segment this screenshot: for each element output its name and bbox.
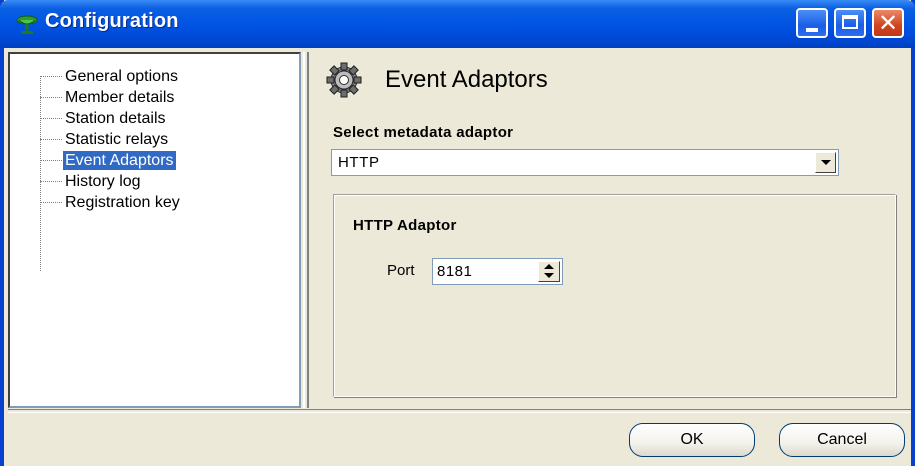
tree-item-statistic-relays[interactable]: Statistic relays [40, 129, 170, 150]
tree-branch [40, 202, 62, 203]
configuration-window: Configuration ✕ General options Member d… [0, 0, 915, 466]
ok-button[interactable]: OK [629, 423, 755, 457]
tree-item-history-log[interactable]: History log [40, 171, 143, 192]
tree-item-member-details[interactable]: Member details [40, 87, 176, 108]
port-label: Port [387, 262, 415, 279]
splitter-shadow [307, 52, 309, 408]
spin-up-icon[interactable] [544, 264, 554, 269]
cancel-button[interactable]: Cancel [779, 423, 905, 457]
tree-item-label: Station details [65, 110, 166, 127]
panel-header: Event Adaptors [314, 52, 909, 108]
port-spinbox[interactable]: 8181 [432, 258, 563, 285]
splitter-highlight [303, 52, 305, 408]
footer-separator [8, 409, 911, 413]
tree-item-station-details[interactable]: Station details [40, 108, 168, 129]
panel-title: Event Adaptors [385, 66, 548, 93]
panel-body: Select metadata adaptor HTTP HTTP Adapto… [314, 107, 909, 408]
maximize-button[interactable] [834, 8, 866, 38]
gear-icon [326, 62, 362, 98]
settings-tree[interactable]: General options Member details Station d… [8, 52, 301, 408]
maximize-icon [842, 15, 858, 29]
adaptor-select-value: HTTP [338, 154, 380, 171]
tree-item-general-options[interactable]: General options [40, 66, 180, 87]
tree-branch [40, 160, 62, 161]
tree-branch [40, 97, 62, 98]
spin-buttons[interactable] [538, 261, 560, 282]
tree-branch [40, 181, 62, 182]
http-adaptor-group: HTTP Adaptor Port 8181 [333, 194, 896, 397]
spin-down-icon[interactable] [544, 273, 554, 278]
pane-splitter[interactable] [301, 52, 311, 408]
minimize-button[interactable] [796, 8, 828, 38]
tree-item-label: Event Adaptors [63, 151, 176, 170]
close-icon: ✕ [877, 9, 899, 37]
adaptor-select-label: Select metadata adaptor [333, 124, 514, 141]
chevron-down-icon [821, 160, 831, 165]
tree-item-label: General options [65, 68, 178, 85]
tree-item-registration-key[interactable]: Registration key [40, 192, 182, 213]
tree-item-label: Member details [65, 89, 175, 106]
tree-item-event-adaptors[interactable]: Event Adaptors [40, 150, 176, 171]
tree-item-label: Registration key [65, 194, 180, 211]
satellite-dish-icon [16, 15, 38, 34]
window-title: Configuration [45, 10, 179, 32]
title-bar[interactable]: Configuration ✕ [0, 0, 915, 48]
dropdown-button[interactable] [815, 152, 836, 173]
tree-branch [40, 139, 62, 140]
tree-branch [40, 118, 62, 119]
minimize-icon [806, 28, 818, 32]
tree-branch [40, 76, 62, 77]
group-title: HTTP Adaptor [353, 217, 457, 234]
port-value: 8181 [437, 263, 473, 280]
adaptor-select[interactable]: HTTP [331, 149, 839, 176]
tree-item-label: Statistic relays [65, 131, 169, 148]
close-button[interactable]: ✕ [872, 8, 904, 38]
tree-item-label: History log [65, 173, 141, 190]
